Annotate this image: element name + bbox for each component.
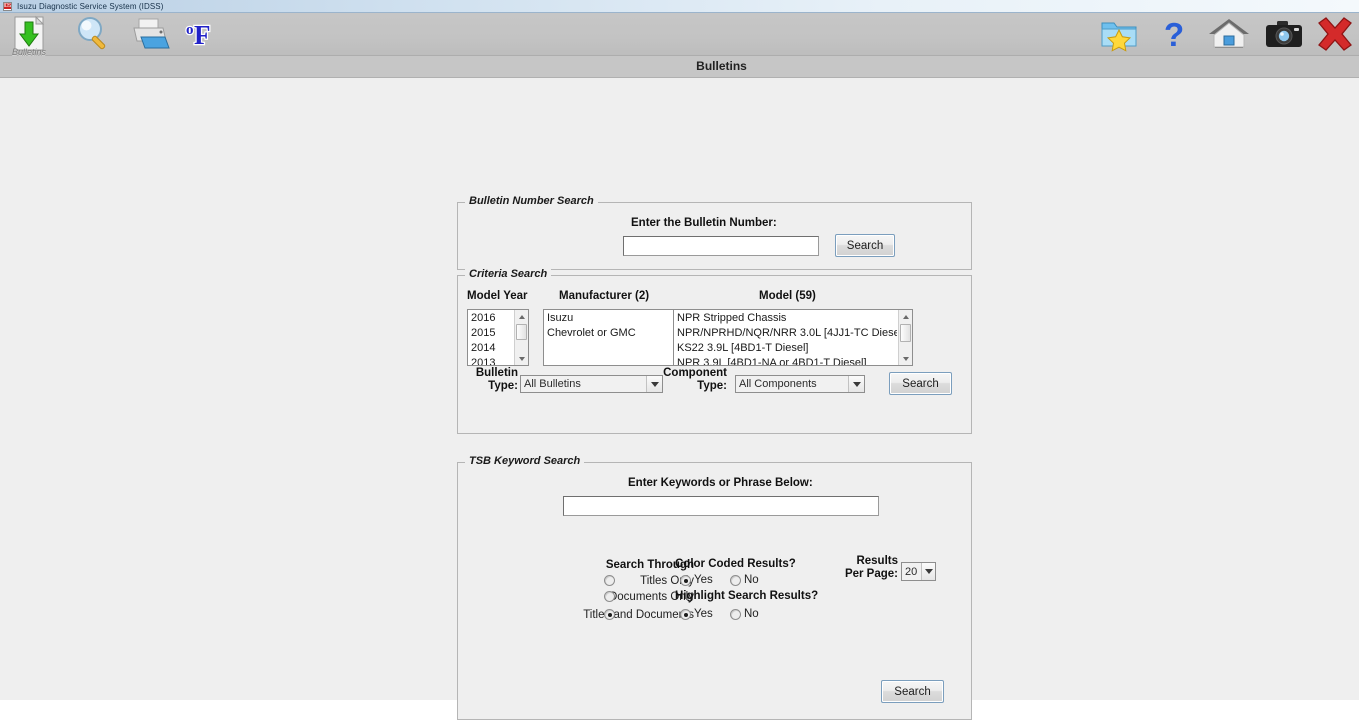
bulletin-number-search-legend: Bulletin Number Search — [465, 195, 598, 207]
model-year-scrollbar[interactable] — [514, 310, 528, 365]
fahrenheit-icon: o F — [180, 15, 226, 53]
print-tool[interactable] — [125, 15, 171, 55]
component-type-label-line1: Component — [663, 367, 727, 379]
idss-app-icon — [3, 1, 12, 11]
window-title-bar: Isuzu Diagnostic Service System (IDSS) — [0, 0, 1359, 13]
bulletin-type-value: All Bulletins — [524, 378, 581, 390]
bulletin-number-prompt: Enter the Bulletin Number: — [631, 217, 777, 229]
highlight-radio-yes[interactable] — [680, 609, 691, 620]
list-item[interactable]: 2014 — [470, 341, 513, 356]
bulletin-number-search-button-label: Search — [846, 239, 884, 252]
list-item[interactable]: Isuzu — [546, 311, 682, 326]
window-title: Isuzu Diagnostic Service System (IDSS) — [17, 1, 164, 11]
list-item[interactable]: 2013 — [470, 356, 513, 365]
camera-icon — [1261, 15, 1307, 53]
criteria-search-legend: Criteria Search — [465, 268, 552, 280]
highlight-heading: Highlight Search Results? — [675, 590, 819, 602]
page-header-band: Bulletins — [0, 56, 1359, 78]
bulletin-number-search-button[interactable]: Search — [835, 234, 895, 257]
search-through-heading: Search Through — [605, 559, 694, 571]
scroll-down-arrow-icon[interactable] — [899, 352, 912, 365]
units-tool[interactable]: o F — [180, 15, 226, 55]
criteria-search-group: Criteria Search Model Year Manufacturer … — [457, 268, 972, 434]
page-title: Bulletins — [696, 59, 747, 73]
tsb-keyword-search-legend: TSB Keyword Search — [465, 455, 585, 467]
search-through-radio-titles-only[interactable] — [604, 575, 615, 586]
main-toolbar: Bulletins o F ? — [0, 13, 1359, 57]
search-through-option-titles-and-documents-label: Titles and Documents — [583, 609, 694, 621]
component-type-value: All Components — [739, 378, 817, 390]
list-item[interactable]: Chevrolet or GMC — [546, 326, 682, 341]
home-tool[interactable] — [1206, 15, 1252, 55]
bulletin-number-search-group: Bulletin Number Search Enter the Bulleti… — [457, 195, 972, 270]
results-per-page-label-line1: Results — [856, 555, 898, 567]
svg-text:o: o — [186, 22, 194, 38]
color-coded-heading: Color Coded Results? — [675, 558, 796, 570]
tsb-keyword-search-button-label: Search — [894, 685, 931, 698]
list-item[interactable]: NPR 3.9L [4BD1-NA or 4BD1-T Diesel] — [676, 356, 897, 365]
color-coded-no-label: No — [744, 574, 759, 586]
search-through-radio-documents-only[interactable] — [604, 591, 615, 602]
model-list: NPR Stripped Chassis NPR/NPRHD/NQR/NRR 3… — [674, 310, 897, 365]
bulletin-type-select[interactable]: All Bulletins — [520, 375, 663, 393]
red-x-icon — [1312, 15, 1358, 53]
printer-icon — [125, 15, 171, 53]
help-tool[interactable]: ? — [1152, 15, 1198, 55]
component-type-label-line2: Type: — [697, 380, 727, 392]
model-label: Model (59) — [759, 290, 816, 302]
model-scrollbar[interactable] — [898, 310, 912, 365]
manufacturer-label: Manufacturer (2) — [559, 290, 650, 302]
model-year-listbox[interactable]: 2016 2015 2014 2013 — [467, 309, 529, 366]
manufacturer-list: Isuzu Chevrolet or GMC — [544, 310, 682, 365]
highlight-radio-no[interactable] — [730, 609, 741, 620]
list-item[interactable]: 2015 — [470, 326, 513, 341]
component-type-select[interactable]: All Components — [735, 375, 865, 393]
svg-text:?: ? — [1164, 16, 1184, 53]
list-item[interactable]: KS22 3.9L [4BD1-T Diesel] — [676, 341, 897, 356]
list-item[interactable]: NPR/NPRHD/NQR/NRR 3.0L [4JJ1-TC Diesel] — [676, 326, 897, 341]
bulletins-tool[interactable]: Bulletins — [6, 15, 52, 57]
bulletin-type-label-line1: Bulletin — [475, 367, 518, 379]
chevron-down-icon[interactable] — [848, 376, 864, 392]
scrollbar-thumb[interactable] — [516, 324, 527, 340]
list-item[interactable]: NPR Stripped Chassis — [676, 311, 897, 326]
criteria-search-button[interactable]: Search — [889, 372, 952, 395]
results-per-page-value: 20 — [905, 565, 918, 578]
scroll-up-arrow-icon[interactable] — [899, 310, 912, 323]
color-coded-radio-yes[interactable] — [680, 575, 691, 586]
question-mark-icon: ? — [1152, 15, 1198, 53]
model-year-label: Model Year — [467, 290, 528, 302]
manufacturer-listbox[interactable]: Isuzu Chevrolet or GMC — [543, 309, 683, 366]
tsb-keyword-input[interactable] — [563, 496, 879, 516]
highlight-no-label: No — [744, 608, 759, 620]
criteria-search-button-label: Search — [902, 377, 939, 390]
list-item[interactable]: 2016 — [470, 311, 513, 326]
results-per-page-select[interactable]: 20 — [901, 562, 936, 581]
scroll-down-arrow-icon[interactable] — [515, 352, 528, 365]
results-per-page-label-line2: Per Page: — [844, 568, 898, 580]
favorites-folder-icon — [1096, 15, 1142, 53]
tsb-keyword-prompt: Enter Keywords or Phrase Below: — [628, 477, 813, 489]
search-through-radio-titles-and-documents[interactable] — [604, 609, 615, 620]
search-through-option-documents-only-label: Documents Only — [608, 591, 694, 603]
close-tool[interactable] — [1312, 15, 1358, 55]
model-listbox[interactable]: NPR Stripped Chassis NPR/NPRHD/NQR/NRR 3… — [673, 309, 913, 366]
scrollbar-thumb[interactable] — [900, 324, 911, 342]
home-icon — [1206, 15, 1252, 53]
model-year-list: 2016 2015 2014 2013 — [468, 310, 513, 365]
search-tool[interactable] — [70, 15, 116, 55]
color-coded-radio-no[interactable] — [730, 575, 741, 586]
magnifier-icon — [70, 15, 116, 53]
tsb-keyword-search-group: TSB Keyword Search Enter Keywords or Phr… — [457, 455, 972, 720]
page-content: Bulletin Number Search Enter the Bulleti… — [0, 78, 1359, 720]
chevron-down-icon[interactable] — [921, 563, 935, 580]
bulletin-type-label-line2: Type: — [488, 380, 518, 392]
scroll-up-arrow-icon[interactable] — [515, 310, 528, 323]
snapshot-tool[interactable] — [1261, 15, 1307, 55]
bulletin-number-input[interactable] — [623, 236, 819, 256]
highlight-yes-label: Yes — [694, 608, 713, 620]
color-coded-yes-label: Yes — [694, 574, 713, 586]
svg-text:F: F — [194, 20, 211, 50]
favorites-tool[interactable] — [1096, 15, 1142, 55]
